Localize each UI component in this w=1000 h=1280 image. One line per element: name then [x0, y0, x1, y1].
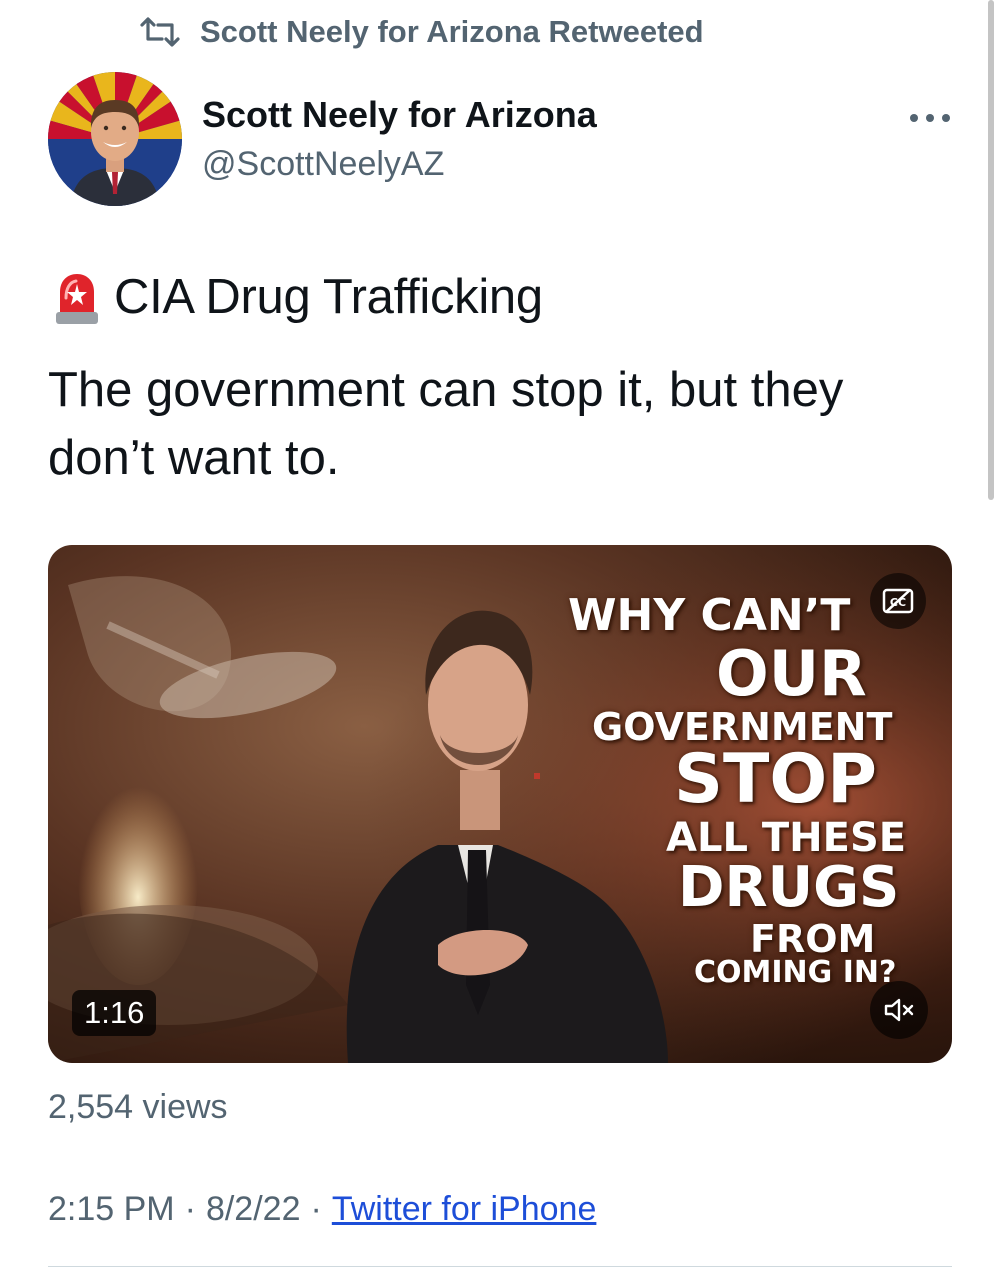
overlay-line: OUR: [716, 637, 867, 710]
tweet-date: 8/2/22: [205, 1190, 301, 1228]
police-light-icon: [56, 274, 98, 324]
more-dot: [942, 114, 950, 122]
tweet-meta: 2:15 PM · 8/2/22 · Twitter for iPhone: [48, 1190, 596, 1229]
tweet-body: The government can stop it, but they don…: [48, 363, 844, 485]
meta-separator: ·: [184, 1190, 196, 1228]
muted-speaker-glyph: [884, 998, 914, 1022]
overlay-line: COMING IN?: [694, 955, 897, 990]
avatar-photo: [48, 72, 182, 206]
more-options-icon[interactable]: [906, 98, 954, 138]
overlay-line: STOP: [674, 740, 878, 819]
retweet-icon: [140, 17, 180, 47]
author-handle[interactable]: @ScottNeelyAZ: [202, 145, 444, 184]
overlay-line: WHY CAN’T: [568, 590, 851, 641]
scrollbar[interactable]: [988, 0, 994, 500]
meta-separator: ·: [310, 1190, 322, 1228]
author-name[interactable]: Scott Neely for Arizona: [202, 94, 597, 136]
source-link[interactable]: Twitter for iPhone: [332, 1190, 597, 1229]
view-count: 2,554 views: [48, 1088, 228, 1126]
retweet-indicator: Scott Neely for Arizona Retweeted: [138, 10, 704, 54]
tweet-time: 2:15 PM: [48, 1190, 175, 1228]
closed-captions-glyph: CC: [882, 588, 914, 614]
overlay-line: DRUGS: [678, 855, 900, 920]
muted-speaker-icon[interactable]: [870, 981, 928, 1039]
tweet-headline: CIA Drug Trafficking: [52, 268, 543, 326]
tweet-headline-text: CIA Drug Trafficking: [114, 270, 543, 324]
video-player[interactable]: WHY CAN’T OUR GOVERNMENT STOP ALL THESE …: [48, 545, 952, 1063]
divider: [48, 1266, 952, 1267]
avatar[interactable]: [48, 72, 182, 206]
more-dot: [910, 114, 918, 122]
closed-captions-icon[interactable]: CC: [870, 573, 926, 629]
video-duration: 1:16: [72, 990, 157, 1036]
retweet-label: Scott Neely for Arizona Retweeted: [200, 14, 704, 49]
more-dot: [926, 114, 934, 122]
